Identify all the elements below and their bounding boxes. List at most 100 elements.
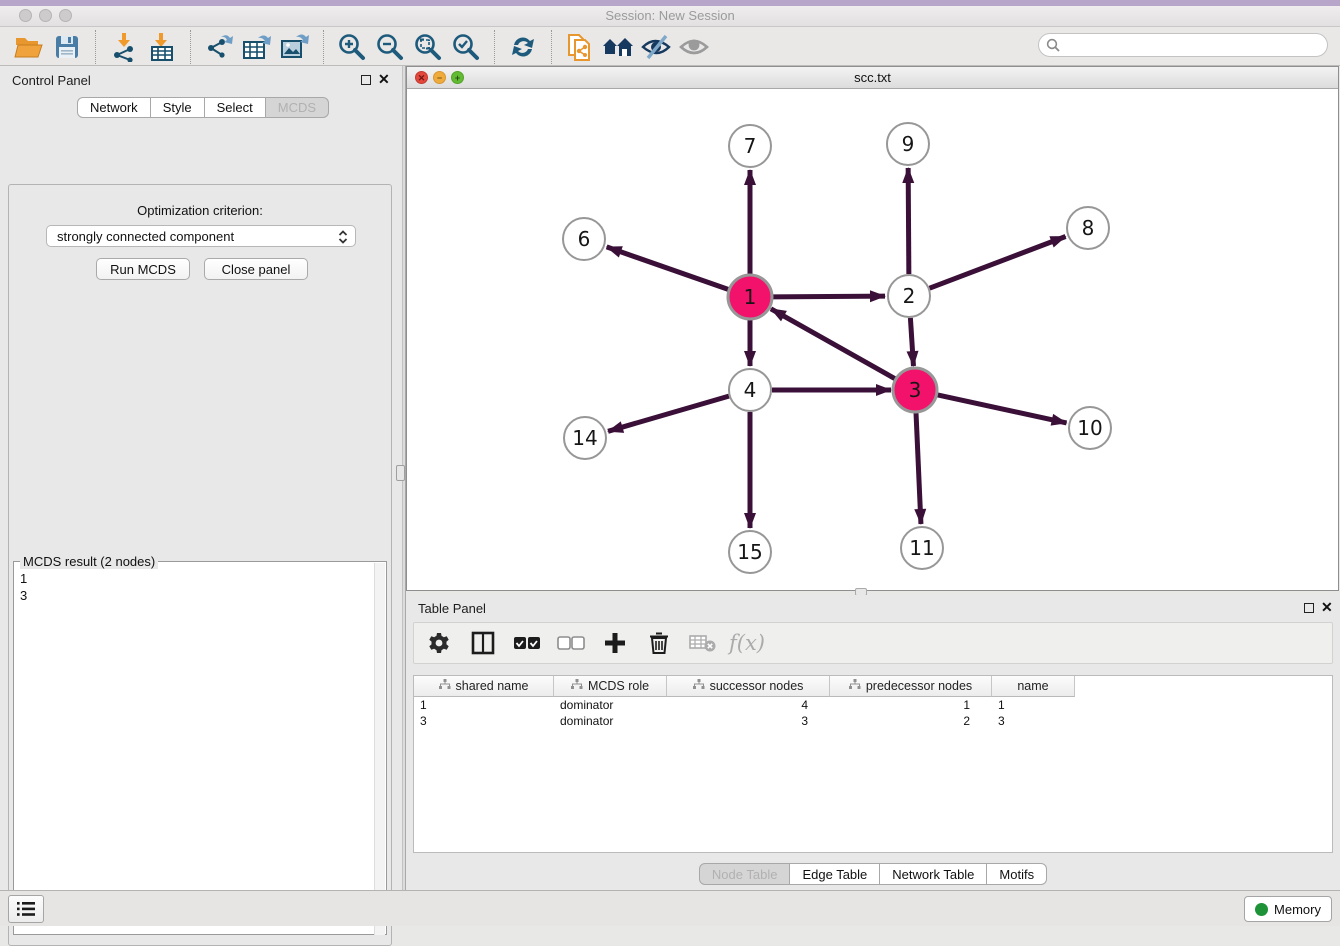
add-icon[interactable]	[600, 628, 630, 658]
delete-table-icon	[688, 628, 718, 658]
select-all-icon[interactable]	[512, 628, 542, 658]
zoom-fit-icon[interactable]	[411, 31, 445, 63]
run-mcds-button[interactable]: Run MCDS	[96, 258, 190, 280]
table-cell[interactable]: dominator	[554, 713, 667, 729]
hierarchy-icon	[849, 679, 861, 693]
graph-node-label: 1	[744, 285, 757, 309]
zoom-selected-icon[interactable]	[449, 31, 483, 63]
close-panel-icon[interactable]: ✕	[378, 71, 390, 88]
hierarchy-icon	[439, 679, 451, 693]
graph-edge-2-9[interactable]	[908, 168, 909, 274]
titlebar: Session: New Session	[0, 6, 1340, 27]
columns-icon[interactable]	[468, 628, 498, 658]
table-cell[interactable]: 4	[667, 697, 830, 713]
save-session-icon[interactable]	[50, 31, 84, 63]
table-cell[interactable]: 3	[414, 713, 554, 729]
column-header-name[interactable]: name	[992, 676, 1075, 697]
show-all-icon[interactable]	[677, 31, 711, 63]
close-table-panel-icon[interactable]: ✕	[1321, 599, 1333, 616]
graph-node-label: 4	[744, 378, 757, 402]
close-panel-button[interactable]: Close panel	[204, 258, 308, 280]
float-panel-icon[interactable]	[361, 75, 371, 85]
list-icon	[16, 901, 36, 917]
graph-edge-1-2[interactable]	[772, 296, 885, 297]
graph-edge-3-1[interactable]	[771, 309, 896, 379]
deselect-all-icon[interactable]	[556, 628, 586, 658]
column-header-predecessor-nodes[interactable]: predecessor nodes	[830, 676, 992, 697]
column-header-successor-nodes[interactable]: successor nodes	[667, 676, 830, 697]
graph-node-label: 6	[578, 227, 591, 251]
tab-network[interactable]: Network	[77, 97, 151, 118]
export-image-icon[interactable]	[278, 31, 312, 63]
graph-edge-1-6[interactable]	[607, 247, 730, 290]
refresh-icon[interactable]	[506, 31, 540, 63]
hide-selected-icon[interactable]	[639, 31, 673, 63]
mcds-result-item: 1	[20, 570, 27, 587]
first-neighbors-icon[interactable]	[601, 31, 635, 63]
graph-node-label: 14	[572, 426, 597, 450]
node-table: shared nameMCDS rolesuccessor nodes prede…	[413, 675, 1333, 853]
search-icon	[1046, 38, 1060, 52]
import-table-icon[interactable]	[145, 31, 179, 63]
graph-edge-4-14[interactable]	[608, 396, 729, 431]
graph-edge-2-8[interactable]	[930, 237, 1066, 289]
splitter-grip[interactable]	[396, 465, 405, 481]
table-cell[interactable]: 1	[414, 697, 554, 713]
result-scrollbar[interactable]	[374, 563, 385, 935]
toolbar-separator	[551, 30, 552, 64]
tab-style[interactable]: Style	[151, 97, 205, 118]
graph-node-label: 7	[744, 134, 757, 158]
table-cell[interactable]: 3	[992, 713, 1075, 729]
tab-edge-table[interactable]: Edge Table	[790, 863, 880, 885]
tab-select[interactable]: Select	[205, 97, 266, 118]
memory-status-icon	[1255, 903, 1268, 916]
tab-mcds[interactable]: MCDS	[266, 97, 329, 118]
import-network-icon[interactable]	[107, 31, 141, 63]
export-table-icon[interactable]	[240, 31, 274, 63]
criterion-value: strongly connected component	[57, 229, 234, 244]
gear-icon[interactable]	[424, 628, 454, 658]
table-cell[interactable]: 1	[992, 697, 1075, 713]
memory-button[interactable]: Memory	[1244, 896, 1332, 922]
search-field	[1038, 33, 1328, 57]
export-network-icon[interactable]	[202, 31, 236, 63]
tab-motifs[interactable]: Motifs	[987, 863, 1047, 885]
search-input[interactable]	[1038, 33, 1328, 57]
table-cell[interactable]: 1	[830, 697, 992, 713]
mcds-result-values: 13	[20, 570, 27, 604]
table-cell[interactable]: 2	[830, 713, 992, 729]
open-file-icon[interactable]	[12, 31, 46, 63]
column-header-shared-name[interactable]: shared name	[414, 676, 554, 697]
zoom-out-icon[interactable]	[373, 31, 407, 63]
control-panel-title: Control Panel	[12, 73, 91, 88]
graph-node-label: 2	[903, 284, 916, 308]
delete-icon[interactable]	[644, 628, 674, 658]
table-toolbar: f(x)	[413, 622, 1333, 664]
column-header-label: predecessor nodes	[866, 679, 972, 693]
column-header-MCDS-role[interactable]: MCDS role	[554, 676, 667, 697]
graph-edge-3-10[interactable]	[936, 395, 1066, 423]
network-window-titlebar[interactable]: ✕ − + scc.txt	[407, 67, 1338, 89]
graph-edge-3-11[interactable]	[916, 412, 921, 524]
mcds-result-box: MCDS result (2 nodes) 13	[13, 561, 387, 935]
network-canvas[interactable]: 1234678910111415	[407, 89, 1338, 590]
window-title: Session: New Session	[0, 8, 1340, 23]
clone-network-icon[interactable]	[563, 31, 597, 63]
table-cell[interactable]: dominator	[554, 697, 667, 713]
network-graph: 1234678910111415	[407, 89, 1338, 590]
graph-edge-2-3[interactable]	[910, 318, 913, 366]
table-panel: Table Panel ✕ f(x) shared nameMCDS roles…	[406, 595, 1340, 890]
network-window: ✕ − + scc.txt 1234678910111415	[406, 66, 1339, 591]
zoom-in-icon[interactable]	[335, 31, 369, 63]
task-history-button[interactable]	[8, 895, 44, 923]
float-table-panel-icon[interactable]	[1304, 603, 1314, 613]
tab-node-table[interactable]: Node Table	[699, 863, 791, 885]
table-row[interactable]: 1dominator411	[414, 697, 1332, 713]
mcds-result-item: 3	[20, 587, 27, 604]
table-row[interactable]: 3dominator323	[414, 713, 1332, 729]
criterion-dropdown[interactable]: strongly connected component	[46, 225, 356, 247]
mcds-tab-content: Optimization criterion: strongly connect…	[8, 184, 392, 946]
table-cell[interactable]: 3	[667, 713, 830, 729]
toolbar-separator	[190, 30, 191, 64]
tab-network-table[interactable]: Network Table	[880, 863, 987, 885]
